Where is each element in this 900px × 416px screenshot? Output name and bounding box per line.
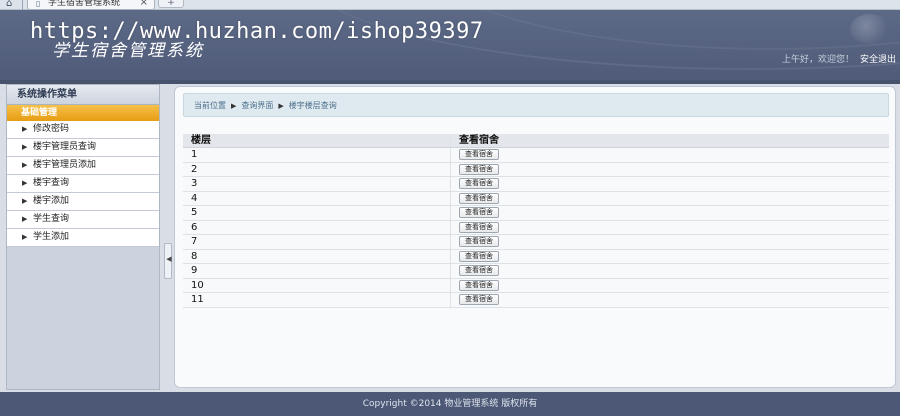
view-dorm-cell: 查看宿舍	[451, 177, 889, 191]
column-header-floor: 楼层	[183, 134, 451, 147]
floor-number-cell: 2	[183, 162, 451, 176]
table-row: 3 查看宿舍	[183, 177, 889, 192]
triangle-right-icon: ▶	[22, 233, 28, 241]
new-tab-button[interactable]: +	[158, 0, 184, 8]
triangle-right-icon: ▶	[22, 161, 28, 169]
home-icon[interactable]: ⌂	[6, 0, 12, 10]
table-row: 10 查看宿舍	[183, 278, 889, 293]
floor-number-cell: 8	[183, 249, 451, 263]
triangle-right-icon: ▶	[22, 125, 28, 133]
browser-tab-strip: ⌂ ▯ 学生宿舍管理系统 × +	[0, 0, 900, 10]
triangle-right-icon: ▶	[22, 215, 28, 223]
sidebar-collapse-handle[interactable]: ◀	[164, 243, 172, 279]
sidebar-item-label: 楼宇管理员添加	[33, 160, 97, 170]
sidebar-item-building-query[interactable]: ▶ 楼宇查询	[7, 175, 159, 193]
view-dorm-cell: 查看宿舍	[451, 235, 889, 249]
close-tab-icon[interactable]: ×	[140, 0, 148, 9]
view-dorm-cell: 查看宿舍	[451, 148, 889, 162]
view-dorm-button[interactable]: 查看宿舍	[459, 163, 499, 175]
table-row: 4 查看宿舍	[183, 191, 889, 206]
floor-number-cell: 11	[183, 293, 451, 307]
column-header-view: 查看宿舍	[459, 135, 499, 146]
view-dorm-button[interactable]: 查看宿舍	[459, 294, 499, 305]
table-row: 5 查看宿舍	[183, 206, 889, 221]
view-dorm-button[interactable]: 查看宿舍	[459, 279, 499, 291]
view-dorm-button[interactable]: 查看宿舍	[459, 265, 499, 276]
page-icon: ▯	[36, 0, 41, 8]
table-row: 11 查看宿舍	[183, 293, 889, 308]
floor-number-cell: 10	[183, 278, 451, 292]
floor-number-cell: 4	[183, 191, 451, 205]
floor-table: 楼层 查看宿舍 1 查看宿舍 2 查看宿舍 3 查看宿舍 4 查看宿舍 5 查看宿舍 6 查看宿舍 7 查…	[183, 134, 889, 308]
view-dorm-cell: 查看宿舍	[451, 250, 889, 264]
sidebar-item-building-admin-query[interactable]: ▶ 楼宇管理员查询	[7, 139, 159, 157]
floor-number-cell: 9	[183, 264, 451, 278]
chevron-left-icon: ◀	[166, 255, 172, 263]
view-dorm-button[interactable]: 查看宿舍	[459, 250, 499, 262]
sidebar-item-label: 修改密码	[33, 124, 70, 134]
breadcrumb-arrow-icon: ▶	[278, 102, 284, 110]
sidebar-item-label: 楼宇添加	[33, 196, 70, 206]
browser-tab-title: 学生宿舍管理系统	[48, 0, 121, 8]
view-dorm-cell: 查看宿舍	[451, 206, 889, 220]
sidebar-item-student-query[interactable]: ▶ 学生查询	[7, 211, 159, 229]
sidebar-item-change-password[interactable]: ▶ 修改密码	[7, 121, 159, 139]
sidebar-item-label: 学生查询	[33, 214, 70, 224]
floor-number-cell: 3	[183, 177, 451, 191]
table-row: 1 查看宿舍	[183, 148, 889, 163]
tab-divider	[22, 0, 23, 10]
view-dorm-cell: 查看宿舍	[451, 279, 889, 293]
view-dorm-button[interactable]: 查看宿舍	[459, 221, 499, 233]
table-row: 2 查看宿舍	[183, 162, 889, 177]
floor-number-cell: 7	[183, 235, 451, 249]
floor-number-cell: 5	[183, 206, 451, 220]
triangle-right-icon: ▶	[22, 179, 28, 187]
header-decor-sphere	[850, 14, 890, 44]
greeting-text: 上午好，欢迎您！	[781, 55, 854, 65]
view-dorm-cell: 查看宿舍	[451, 221, 889, 235]
sidebar-item-building-admin-add[interactable]: ▶ 楼宇管理员添加	[7, 157, 159, 175]
triangle-right-icon: ▶	[22, 197, 28, 205]
view-dorm-cell: 查看宿舍	[451, 163, 889, 177]
sidebar-item-label: 楼宇查询	[33, 178, 70, 188]
sidebar-item-label: 楼宇管理员查询	[33, 142, 97, 152]
breadcrumb-item-current: 楼宇楼层查询	[288, 101, 337, 110]
breadcrumb: 当前位置 ▶ 查询界面 ▶ 楼宇楼层查询	[183, 93, 889, 117]
sidebar-item-building-add[interactable]: ▶ 楼宇添加	[7, 193, 159, 211]
main-panel: 当前位置 ▶ 查询界面 ▶ 楼宇楼层查询 楼层 查看宿舍 1 查看宿舍 2 查看宿舍 3 查看宿舍…	[174, 86, 896, 388]
table-row: 8 查看宿舍	[183, 249, 889, 264]
sidebar-menu: 系统操作菜单 基础管理 ▶ 修改密码 ▶ 楼宇管理员查询 ▶ 楼宇管理员添加 ▶ 楼宇查…	[6, 84, 160, 390]
view-dorm-cell: 查看宿舍	[451, 264, 889, 278]
sidebar-item-label: 学生添加	[33, 232, 70, 242]
triangle-right-icon: ▶	[22, 143, 28, 151]
breadcrumb-arrow-icon: ▶	[231, 102, 237, 110]
view-dorm-button[interactable]: 查看宿舍	[459, 178, 499, 189]
table-header-row: 楼层 查看宿舍	[183, 134, 889, 148]
sidebar-title: 系统操作菜单	[7, 85, 159, 105]
footer-copyright: Copyright ©2014 物业管理系统 版权所有	[0, 392, 900, 416]
view-dorm-button[interactable]: 查看宿舍	[459, 192, 499, 204]
view-dorm-button[interactable]: 查看宿舍	[459, 236, 499, 247]
table-row: 6 查看宿舍	[183, 220, 889, 235]
logout-link[interactable]: 安全退出	[860, 52, 896, 65]
watermark-text: https://www.huzhan.com/ishop39397	[30, 19, 484, 44]
view-dorm-cell: 查看宿舍	[451, 293, 889, 307]
floor-number-cell: 1	[183, 148, 451, 162]
table-row: 7 查看宿舍	[183, 235, 889, 250]
view-dorm-button[interactable]: 查看宿舍	[459, 207, 499, 218]
menu-group-basic[interactable]: 基础管理	[7, 105, 159, 121]
breadcrumb-item[interactable]: 查询界面	[241, 101, 273, 110]
breadcrumb-item[interactable]: 当前位置	[194, 101, 226, 110]
table-row: 9 查看宿舍	[183, 264, 889, 279]
view-dorm-cell: 查看宿舍	[451, 192, 889, 206]
view-dorm-button[interactable]: 查看宿舍	[459, 149, 499, 160]
sidebar-item-student-add[interactable]: ▶ 学生添加	[7, 229, 159, 247]
table-body: 1 查看宿舍 2 查看宿舍 3 查看宿舍 4 查看宿舍 5 查看宿舍 6 查看宿舍 7 查看宿舍 8 查看宿舍…	[183, 148, 889, 308]
floor-number-cell: 6	[183, 220, 451, 234]
browser-tab-active[interactable]: ▯ 学生宿舍管理系统 ×	[27, 0, 155, 10]
